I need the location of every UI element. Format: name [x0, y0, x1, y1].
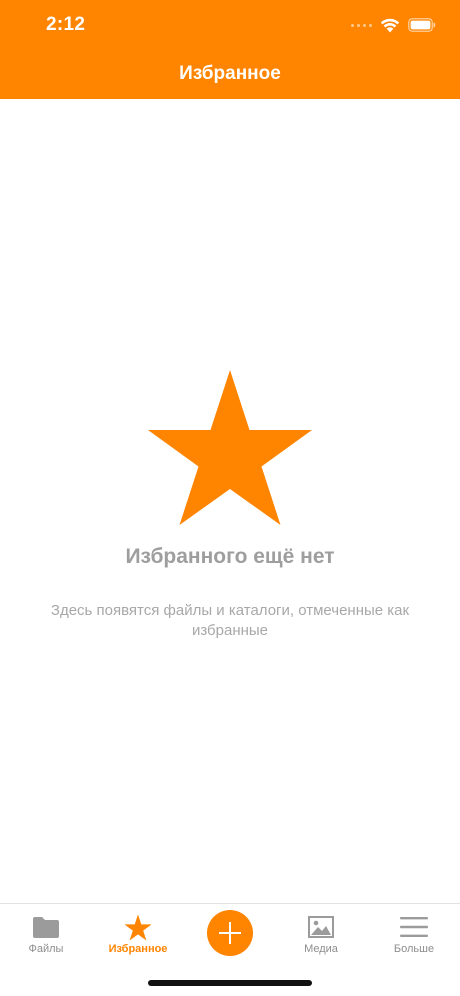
- empty-state-description: Здесь появятся файлы и каталоги, отмечен…: [50, 602, 410, 639]
- status-indicators: [351, 15, 436, 35]
- page-title: Избранное: [179, 63, 281, 84]
- header: 2:12 Избранное: [0, 0, 460, 99]
- tab-label: Избранное: [108, 943, 168, 955]
- favorites-screen: 2:12 Избранное Избранного ещё нет Здесь …: [0, 0, 460, 996]
- plus-icon: [219, 922, 241, 944]
- empty-state-title: Избранного ещё нет: [125, 545, 335, 568]
- star-icon: [124, 913, 152, 941]
- tab-label: Медиа: [304, 943, 338, 955]
- tab-more[interactable]: Больше: [368, 904, 460, 964]
- menu-icon: [400, 913, 428, 941]
- tab-media[interactable]: Медиа: [275, 904, 367, 964]
- tab-favorites[interactable]: Избранное: [92, 904, 184, 964]
- tab-files[interactable]: Файлы: [0, 904, 92, 964]
- add-button[interactable]: [207, 910, 253, 956]
- home-indicator: [148, 980, 312, 986]
- status-time: 2:12: [46, 14, 86, 35]
- tab-label: Больше: [393, 943, 435, 955]
- cellular-signal-icon: [351, 23, 372, 27]
- battery-icon: [408, 18, 436, 32]
- folder-icon: [32, 913, 60, 941]
- star-icon: [148, 370, 312, 525]
- wifi-icon: [380, 18, 400, 32]
- image-icon: [307, 913, 335, 941]
- tab-label: Файлы: [28, 943, 64, 955]
